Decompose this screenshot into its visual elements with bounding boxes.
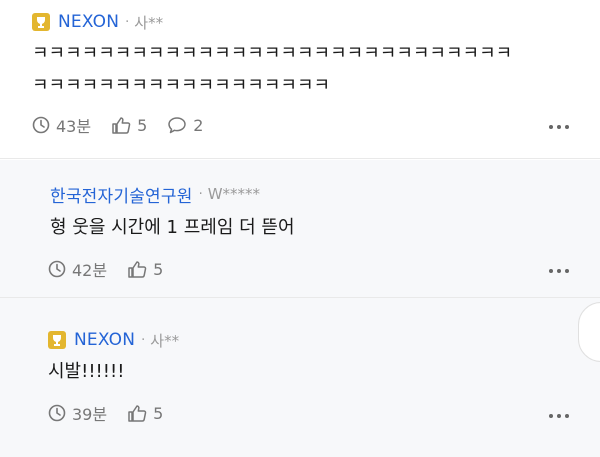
comment-text: 형 웃을 시간에 1 프레임 더 뜯어 (50, 217, 295, 238)
time-stamp: 39분 (48, 401, 107, 425)
clock-icon (48, 404, 66, 422)
trophy-badge-icon (48, 331, 66, 349)
time-label: 42분 (72, 261, 108, 280)
thumbs-up-icon (128, 405, 147, 422)
thumbs-up-icon (112, 117, 131, 134)
like-button[interactable]: 5 (127, 260, 163, 279)
speech-bubble-icon (168, 117, 187, 134)
separator-dot: · (198, 186, 203, 202)
like-button[interactable]: 5 (111, 116, 147, 135)
comment-meta: 한국전자기술연구원 · W***** (50, 182, 261, 207)
divider (0, 158, 600, 159)
more-dots-icon[interactable] (548, 122, 570, 132)
like-count: 5 (137, 115, 148, 135)
time-stamp: 42분 (48, 257, 107, 281)
comment-text: ㅋㅋㅋㅋㅋㅋㅋㅋㅋㅋㅋㅋㅋㅋㅋㅋㅋㅋㅋㅋㅋㅋㅋㅋㅋㅋㅋㅋㅋ ㅋㅋㅋㅋㅋㅋㅋㅋㅋㅋ… (32, 43, 513, 96)
time-label: 43분 (56, 117, 92, 136)
comment-actions: 42분 5 (48, 257, 183, 281)
company-name[interactable]: NEXON (58, 12, 119, 32)
author-nickname: 사** (134, 13, 164, 32)
reply-comment-card: 한국전자기술연구원 · W***** 형 웃을 시간에 1 프레임 더 뜯어 4… (0, 160, 600, 297)
reply-button[interactable]: 2 (167, 116, 203, 135)
company-name[interactable]: NEXON (74, 330, 135, 350)
comment-actions: 43분 5 2 (32, 113, 223, 137)
more-dots-icon[interactable] (548, 411, 570, 421)
author-nickname: 사** (150, 331, 180, 350)
like-count: 5 (153, 403, 164, 423)
reply-count: 2 (193, 115, 204, 135)
thumbs-up-icon (128, 261, 147, 278)
comment-text: 시발!!!!!! (48, 361, 125, 382)
time-stamp: 43분 (32, 113, 91, 137)
clock-icon (32, 116, 50, 134)
author-nickname: W***** (207, 185, 261, 203)
company-name[interactable]: 한국전자기술연구원 (50, 182, 193, 207)
separator-dot: · (141, 332, 146, 348)
trophy-badge-icon (32, 13, 50, 31)
comment-meta: NEXON · 사** (48, 328, 179, 352)
comment-actions: 39분 5 (48, 401, 183, 425)
clock-icon (48, 260, 66, 278)
separator-dot: · (125, 14, 130, 30)
comment-meta: NEXON · 사** (32, 10, 163, 34)
comment-card: NEXON · 사** ㅋㅋㅋㅋㅋㅋㅋㅋㅋㅋㅋㅋㅋㅋㅋㅋㅋㅋㅋㅋㅋㅋㅋㅋㅋㅋㅋㅋ… (0, 0, 600, 158)
like-count: 5 (153, 259, 164, 279)
reply-comment-card: NEXON · 사** 시발!!!!!! 39분 5 (0, 298, 600, 457)
time-label: 39분 (72, 405, 108, 424)
like-button[interactable]: 5 (127, 404, 163, 423)
more-dots-icon[interactable] (548, 266, 570, 276)
